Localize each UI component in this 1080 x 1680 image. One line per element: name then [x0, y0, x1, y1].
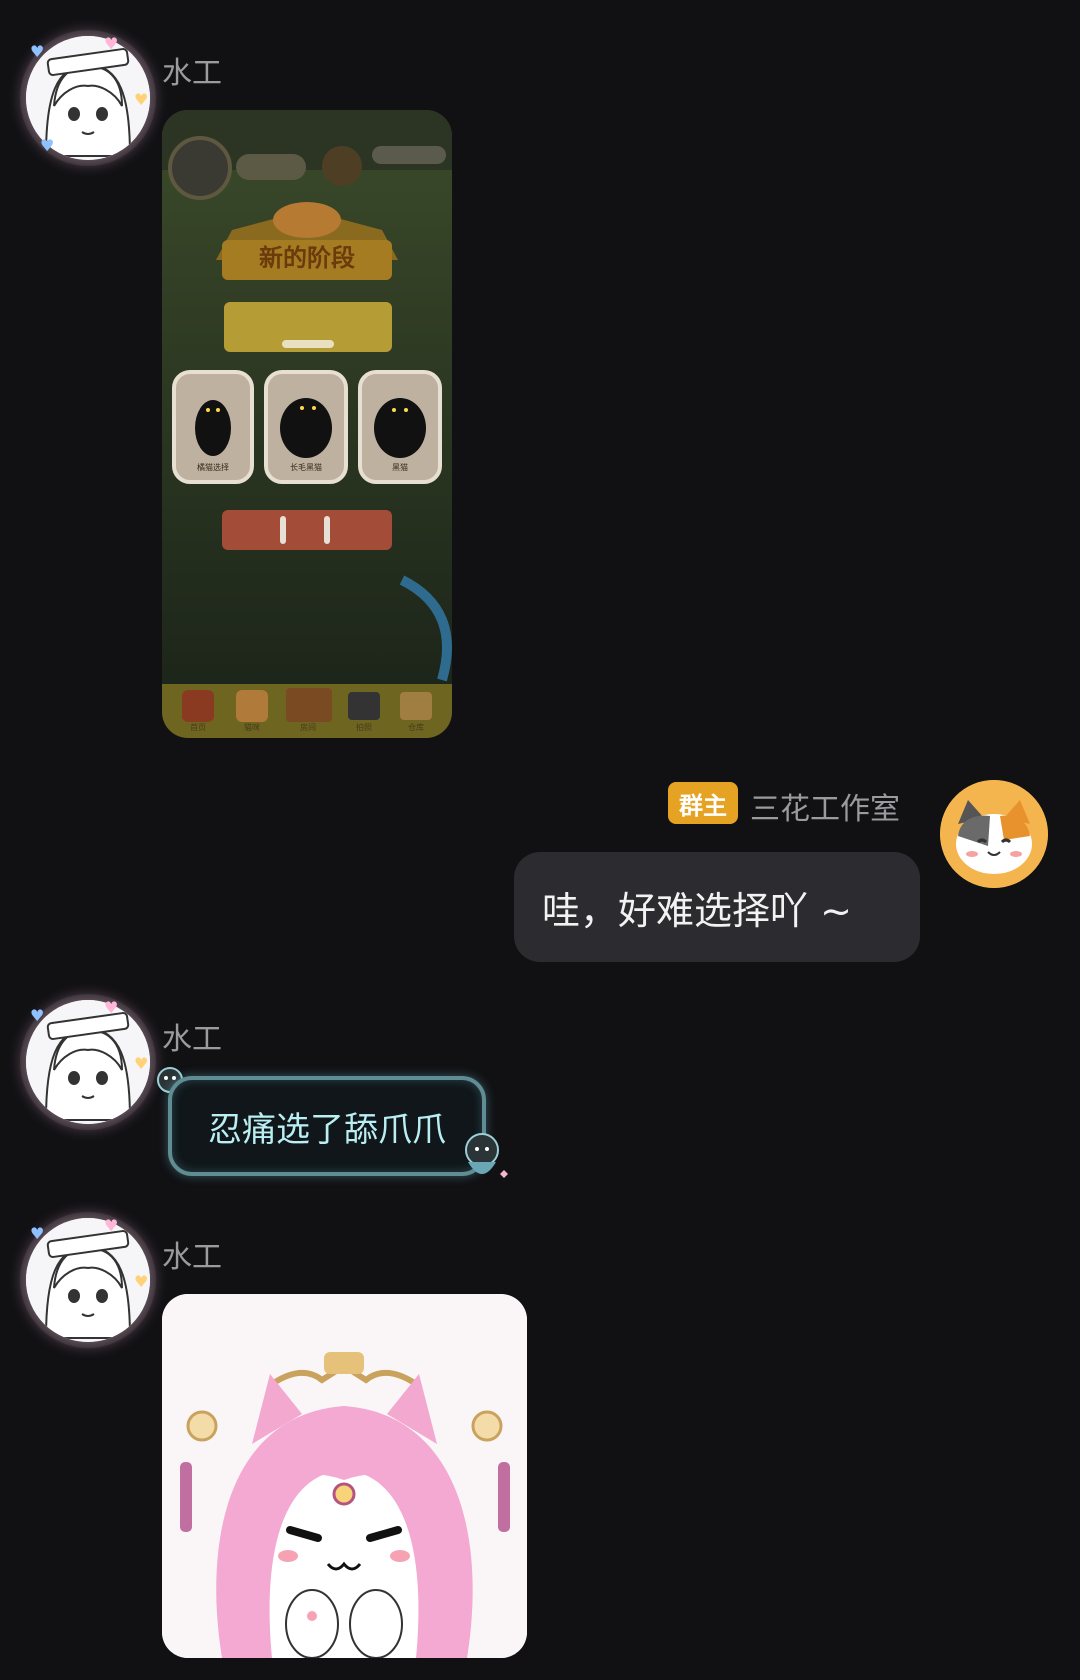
message-bubble[interactable]: 忍痛选了舔爪爪 — [168, 1076, 486, 1176]
game-nav-label: 拍照 — [356, 723, 372, 732]
sender-avatar[interactable] — [26, 1218, 150, 1342]
game-banner-text: 新的阶段 — [259, 244, 355, 272]
game-nav-label: 房间 — [300, 723, 316, 732]
game-nav-label: 仓库 — [408, 723, 424, 732]
heart-icon: ♥ — [134, 1272, 149, 1291]
heart-icon: ♥ — [104, 998, 119, 1017]
role-badge: 群主 — [668, 782, 738, 824]
heart-icon: ♥ — [134, 90, 149, 109]
cat-option-label: 橘猫选择 — [197, 463, 229, 472]
screenshot-image[interactable]: 新的阶段 橘猫选择 长毛黑猫 黑猫 首页 猫咪 房间 拍照 仓库 — [162, 110, 452, 738]
cat-option-label: 长毛黑猫 — [290, 463, 322, 472]
heart-icon: ♥ — [30, 42, 45, 61]
sender-name: 水工 — [162, 1022, 222, 1057]
message-3: ♥ ♥ ♥ 水工 忍痛选了舔爪爪 — [0, 990, 1080, 1190]
heart-icon: ♥ — [30, 1224, 45, 1243]
message-4: ♥ ♥ ♥ 水工 — [0, 1208, 1080, 1680]
sender-avatar[interactable] — [26, 1000, 150, 1124]
heart-icon: ♥ — [40, 136, 55, 155]
heart-icon: ♥ — [30, 1006, 45, 1025]
game-nav-label: 猫咪 — [244, 723, 260, 732]
game-nav-label: 首页 — [190, 723, 206, 732]
sender-name: 水工 — [162, 56, 222, 91]
sender-name: 水工 — [162, 1240, 222, 1275]
heart-icon: ♥ — [104, 34, 119, 53]
message-2: 群主 三花工作室 哇，好难选择吖 ~ — [0, 770, 1080, 970]
message-1: ♥ ♥ ♥ ♥ 水工 新的阶段 橘猫选择 长毛黑猫 黑猫 首页 猫咪 房间 拍照… — [0, 0, 1080, 740]
sender-avatar[interactable] — [940, 780, 1048, 888]
message-bubble[interactable]: 哇，好难选择吖 ~ — [514, 852, 920, 962]
sticker-image[interactable] — [162, 1294, 527, 1658]
heart-icon: ♥ — [134, 1054, 149, 1073]
sender-name: 三花工作室 — [750, 792, 900, 827]
ghost-decoration-icon — [458, 1130, 512, 1190]
cat-option-label: 黑猫 — [392, 463, 408, 472]
heart-icon: ♥ — [104, 1216, 119, 1235]
